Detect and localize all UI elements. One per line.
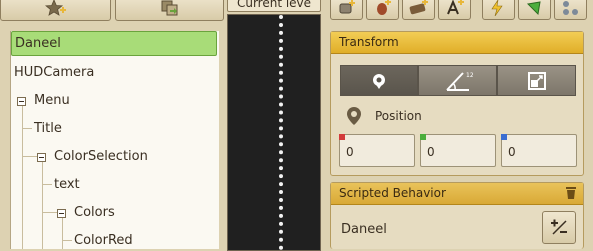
viewport-label: Current leve bbox=[227, 0, 321, 12]
tree-item-label: Daneel bbox=[15, 36, 61, 51]
add-behavior-button[interactable] bbox=[366, 0, 399, 20]
nodes-add-icon bbox=[562, 1, 578, 15]
add-text-button[interactable] bbox=[438, 0, 471, 20]
position-label: Position bbox=[375, 109, 422, 123]
tree-item-label: text bbox=[54, 177, 80, 192]
panel-title: Transform bbox=[331, 32, 583, 54]
tab-position[interactable] bbox=[340, 65, 418, 96]
tree-item-text[interactable]: text bbox=[11, 172, 219, 197]
bug-add-icon bbox=[376, 0, 391, 15]
rotation-angle-icon: 12° bbox=[445, 72, 473, 91]
tree-item-label: HUDCamera bbox=[14, 65, 95, 80]
position-y-field[interactable]: 0 bbox=[420, 134, 496, 167]
tree-item-colorred[interactable]: ColorRed bbox=[11, 228, 219, 249]
tree-item-label: ColorRed bbox=[74, 233, 133, 248]
tree-item-menu[interactable]: Menu bbox=[11, 88, 219, 113]
tree-item-label: Title bbox=[34, 121, 62, 136]
copy-arrow-icon bbox=[161, 0, 177, 15]
copy-actor-button[interactable] bbox=[115, 0, 224, 21]
panel-title: Scripted Behavior bbox=[331, 183, 583, 205]
add-shape-button[interactable] bbox=[518, 0, 551, 20]
tree-item-colors[interactable]: Colors bbox=[11, 200, 219, 225]
hierarchy-tree[interactable]: Daneel HUDCamera Menu Title ColorSelecti… bbox=[10, 31, 219, 249]
tab-scale[interactable] bbox=[497, 65, 576, 96]
position-z-field[interactable]: 0 bbox=[501, 134, 577, 167]
add-sprite-button[interactable] bbox=[402, 0, 435, 20]
y-axis-marker bbox=[420, 134, 426, 140]
trash-icon[interactable] bbox=[565, 186, 577, 200]
add-component-button[interactable] bbox=[330, 0, 363, 20]
plus-minus-icon bbox=[551, 219, 567, 235]
position-z-value: 0 bbox=[508, 145, 516, 159]
behavior-name: Daneel bbox=[341, 222, 387, 237]
shape-add-icon bbox=[526, 1, 541, 16]
add-effect-button[interactable] bbox=[482, 0, 515, 20]
tree-item-label: Menu bbox=[34, 93, 70, 108]
position-x-field[interactable]: 0 bbox=[339, 134, 415, 167]
scale-box-icon bbox=[527, 71, 546, 90]
tree-item-label: Colors bbox=[74, 205, 115, 220]
z-axis-marker bbox=[501, 134, 507, 140]
tree-item-hudcamera[interactable]: HUDCamera bbox=[11, 60, 219, 85]
text-add-icon bbox=[446, 0, 464, 15]
tree-item-label: ColorSelection bbox=[54, 149, 148, 164]
add-collider-button[interactable] bbox=[554, 0, 587, 20]
scene-viewport[interactable] bbox=[227, 14, 321, 251]
star-add-icon bbox=[44, 0, 66, 16]
tab-rotation[interactable]: 12° bbox=[418, 65, 497, 96]
tree-item-title[interactable]: Title bbox=[11, 116, 219, 141]
tree-item-colorselection[interactable]: ColorSelection bbox=[11, 144, 219, 169]
position-pin-icon bbox=[373, 73, 385, 89]
position-y-value: 0 bbox=[427, 145, 435, 159]
position-marker-icon bbox=[347, 107, 361, 125]
component-add-icon bbox=[339, 0, 355, 14]
tree-item-daneel[interactable]: Daneel bbox=[11, 31, 217, 56]
add-actor-button[interactable] bbox=[0, 0, 111, 21]
lightning-add-icon bbox=[490, 0, 503, 16]
viewport-guide-line bbox=[279, 15, 283, 250]
behavior-toggle-button[interactable] bbox=[542, 211, 576, 244]
svg-text:12°: 12° bbox=[466, 72, 473, 79]
x-axis-marker bbox=[339, 134, 345, 140]
sprite-add-icon bbox=[409, 0, 428, 15]
position-x-value: 0 bbox=[346, 145, 354, 159]
